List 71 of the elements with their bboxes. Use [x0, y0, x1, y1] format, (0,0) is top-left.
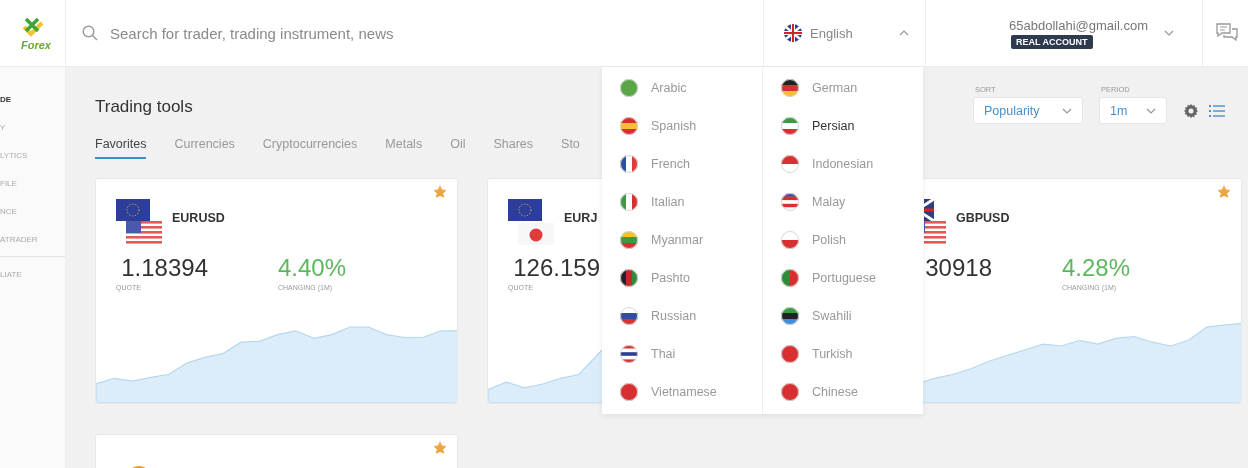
- flag-icon: [620, 117, 638, 135]
- star-icon[interactable]: [433, 185, 447, 199]
- flag-icon: [620, 269, 638, 287]
- instrument-name: EURUSD: [172, 211, 225, 225]
- language-option[interactable]: Vietnamese: [602, 373, 762, 411]
- language-option[interactable]: French: [602, 145, 762, 183]
- flag-icon: [620, 79, 638, 97]
- category-tab[interactable]: Cryptocurrencies: [262, 137, 358, 159]
- flag-icon: [784, 24, 802, 42]
- category-tab[interactable]: Metals: [385, 137, 423, 159]
- settings-icon[interactable]: [1183, 102, 1199, 119]
- quote-value: 1.18394: [121, 254, 208, 282]
- language-option[interactable]: Myanmar: [602, 221, 762, 259]
- chat-icon[interactable]: [1215, 22, 1239, 44]
- language-option[interactable]: Pashto: [602, 259, 762, 297]
- category-tab[interactable]: Sto: [561, 137, 580, 159]
- sidebar-item[interactable]: LYTICS: [0, 150, 65, 178]
- chevron-down-icon: [1146, 107, 1156, 114]
- language-option[interactable]: German: [763, 69, 923, 107]
- flag-icon: [620, 383, 638, 401]
- flag-icon: [620, 155, 638, 173]
- sort-select[interactable]: Popularity: [973, 97, 1083, 124]
- category-tab[interactable]: Currencies: [174, 137, 235, 159]
- sidebar-item[interactable]: FILE: [0, 178, 65, 206]
- change-value: 4.40%: [278, 254, 347, 282]
- logo-text: Forex: [21, 39, 51, 51]
- currency-flags-icon: [508, 199, 554, 245]
- flag-icon: [781, 155, 799, 173]
- page-title: Trading tools: [95, 97, 194, 117]
- language-option[interactable]: Thai: [602, 335, 762, 373]
- search-icon: [82, 25, 98, 41]
- language-option[interactable]: Arabic: [602, 69, 762, 107]
- flag-icon: [781, 79, 799, 97]
- sidebar-item[interactable]: DE: [0, 94, 65, 122]
- flag-icon: [781, 307, 799, 325]
- category-tab[interactable]: Shares: [493, 137, 534, 159]
- chevron-down-icon: [1062, 107, 1072, 114]
- flag-icon: [620, 193, 638, 211]
- category-tab[interactable]: Favorites: [95, 137, 147, 159]
- sidebar-item[interactable]: ATRADER: [0, 234, 65, 262]
- change-value: 4.28%: [1062, 254, 1131, 282]
- search-field[interactable]: Search for trader, trading instrument, news: [110, 24, 530, 42]
- instrument-name: GBPUSD: [956, 211, 1010, 225]
- category-tab[interactable]: Oil: [450, 137, 466, 159]
- sidebar-item[interactable]: LIATE: [0, 269, 65, 297]
- star-icon[interactable]: [1217, 185, 1231, 199]
- account-badge: REAL ACCOUNT: [1011, 34, 1093, 49]
- sidebar-item[interactable]: NCE: [0, 206, 65, 234]
- flag-icon: [620, 307, 638, 325]
- flag-icon: [781, 383, 799, 401]
- flag-icon: [781, 231, 799, 249]
- account-email[interactable]: 65abdollahi@gmail.com: [1009, 17, 1148, 33]
- instrument-name: EURJ: [564, 211, 598, 225]
- flag-icon: [781, 117, 799, 135]
- flag-icon: [620, 231, 638, 249]
- quote-value: 30918: [925, 254, 992, 282]
- currency-flags-icon: [116, 199, 162, 245]
- list-view-icon[interactable]: [1209, 103, 1225, 118]
- flag-icon: [781, 193, 799, 211]
- star-icon[interactable]: [433, 441, 447, 455]
- flag-icon: [620, 345, 638, 363]
- language-selector[interactable]: English: [763, 0, 926, 66]
- period-select[interactable]: 1m: [1099, 97, 1167, 124]
- language-option[interactable]: Italian: [602, 183, 762, 221]
- flag-icon: [781, 269, 799, 287]
- language-option[interactable]: Russian: [602, 297, 762, 335]
- quote-value: 126.159: [513, 254, 600, 282]
- sidebar-item[interactable]: Y: [0, 122, 65, 150]
- language-option[interactable]: Spanish: [602, 107, 762, 145]
- language-option[interactable]: Persian: [763, 107, 923, 145]
- flag-icon: [781, 345, 799, 363]
